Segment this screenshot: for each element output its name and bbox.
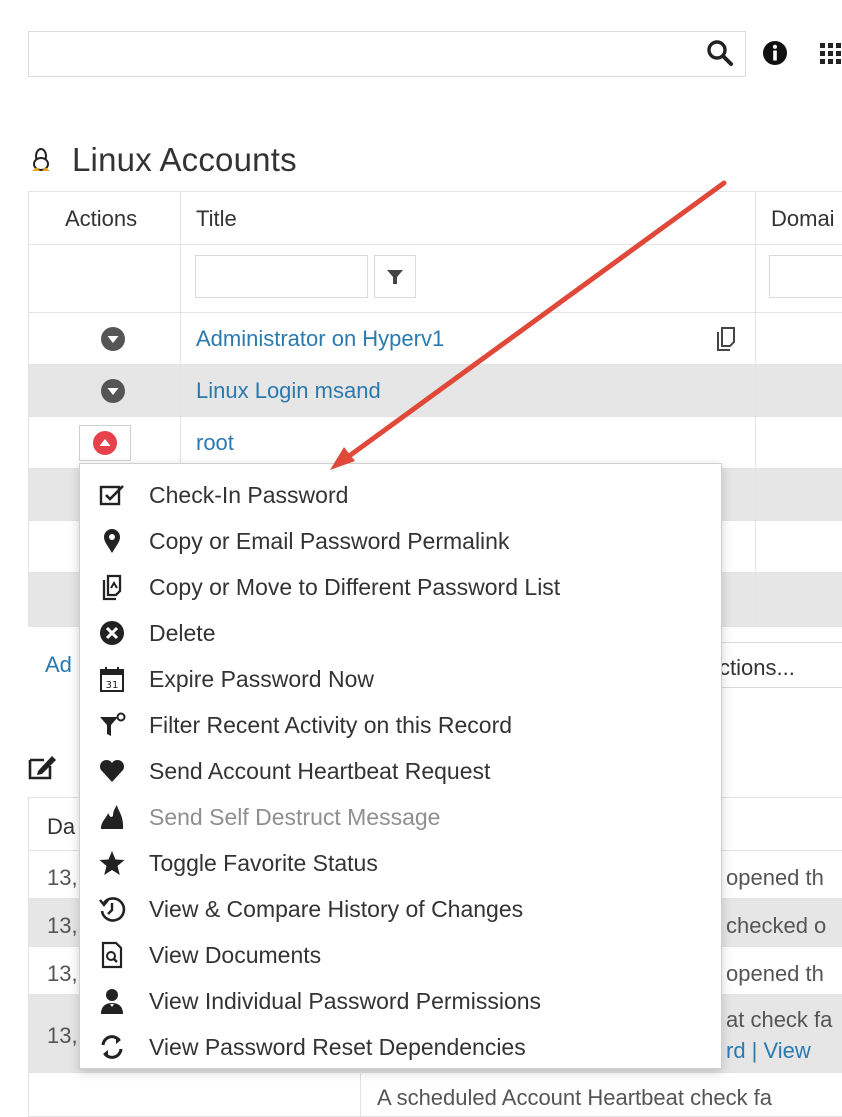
row-actions-toggle-icon <box>93 431 117 455</box>
history-icon <box>99 897 126 922</box>
row-actions-button[interactable] <box>79 425 131 461</box>
row-actions-menu: Check-In Password Copy or Email Password… <box>79 463 722 1069</box>
activity-date: 13, <box>47 1023 78 1048</box>
menu-item-reset-dependencies[interactable]: View Password Reset Dependencies <box>80 1024 721 1070</box>
menu-item-history[interactable]: View & Compare History of Changes <box>80 886 721 932</box>
table-row[interactable]: root <box>29 417 842 469</box>
grid-header-row: Actions Title Domai <box>29 192 842 245</box>
delete-icon <box>100 621 124 645</box>
info-icon[interactable] <box>762 40 788 66</box>
column-header-domain[interactable]: Domai <box>771 206 835 232</box>
row-actions-toggle-icon[interactable] <box>100 378 126 404</box>
column-divider <box>755 192 756 626</box>
menu-item-check-in-password[interactable]: Check-In Password <box>80 472 721 518</box>
menu-item-delete[interactable]: Delete <box>80 610 721 656</box>
activity-date: 13, <box>47 961 78 986</box>
activity-description: at check fa <box>726 1007 833 1032</box>
account-title-link[interactable]: Linux Login msand <box>196 378 381 404</box>
edit-activity-icon <box>28 756 56 780</box>
actions-dropdown-label: ctions... <box>719 655 795 680</box>
activity-links[interactable]: rd | View <box>726 1038 811 1064</box>
search-icon[interactable] <box>706 39 734 67</box>
table-row: A scheduled Account Heartbeat check fa <box>29 1073 842 1116</box>
grid-filter-row <box>29 245 842 313</box>
copy-move-icon <box>717 327 735 351</box>
title-filter-input[interactable] <box>195 255 368 298</box>
activity-description: A scheduled Account Heartbeat check fa <box>377 1085 773 1110</box>
account-title-link[interactable]: root <box>196 430 234 456</box>
activity-description: opened th <box>726 961 824 986</box>
filter-icon <box>100 712 126 736</box>
menu-item-toggle-favorite[interactable]: Toggle Favorite Status <box>80 840 721 886</box>
add-link[interactable]: Ad <box>45 652 72 678</box>
menu-item-filter-activity[interactable]: Filter Recent Activity on this Record <box>80 702 721 748</box>
check-in-icon <box>99 485 124 506</box>
document-icon <box>101 941 123 969</box>
activity-description: checked o <box>726 913 827 938</box>
column-divider <box>360 1073 361 1116</box>
refresh-icon <box>101 1035 123 1059</box>
menu-item-copy-move-list[interactable]: Copy or Move to Different Password List <box>80 564 721 610</box>
row-actions-toggle-icon[interactable] <box>100 326 126 352</box>
menu-item-copy-email-permalink[interactable]: Copy or Email Password Permalink <box>80 518 721 564</box>
map-pin-icon <box>104 529 120 553</box>
linux-icon <box>32 148 50 171</box>
copy-move-icon <box>102 574 122 601</box>
heart-icon <box>99 759 125 782</box>
account-title-link[interactable]: Administrator on Hyperv1 <box>196 326 444 352</box>
svg-text:31: 31 <box>106 680 119 691</box>
column-header-date[interactable]: Da <box>47 814 75 840</box>
title-filter-button[interactable] <box>374 255 416 298</box>
menu-item-expire-password[interactable]: 31 Expire Password Now <box>80 656 721 702</box>
activity-date: 13, <box>47 913 78 938</box>
menu-item-permissions[interactable]: View Individual Password Permissions <box>80 978 721 1024</box>
column-header-actions[interactable]: Actions <box>65 206 137 232</box>
apps-grid-icon[interactable] <box>818 41 842 67</box>
user-icon <box>101 989 123 1014</box>
menu-item-heartbeat-request[interactable]: Send Account Heartbeat Request <box>80 748 721 794</box>
menu-item-self-destruct-message: Send Self Destruct Message <box>80 794 721 840</box>
funnel-icon <box>387 269 403 284</box>
domain-filter-input[interactable] <box>769 255 842 298</box>
page-title: Linux Accounts <box>72 141 297 178</box>
fire-icon <box>101 805 124 829</box>
table-row[interactable]: Administrator on Hyperv1 <box>29 313 842 365</box>
star-icon <box>99 851 125 875</box>
menu-item-view-documents[interactable]: View Documents <box>80 932 721 978</box>
activity-date: 13, <box>47 865 78 890</box>
column-header-title[interactable]: Title <box>196 206 237 232</box>
activity-description: opened th <box>726 865 824 890</box>
calendar-icon: 31 <box>100 667 124 692</box>
section-heading: Linux Accounts <box>28 140 297 180</box>
search-input[interactable] <box>28 31 746 77</box>
table-row[interactable]: Linux Login msand <box>29 365 842 417</box>
